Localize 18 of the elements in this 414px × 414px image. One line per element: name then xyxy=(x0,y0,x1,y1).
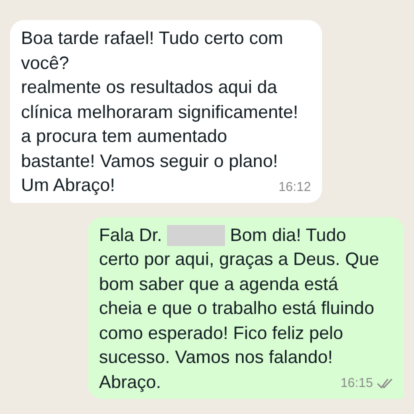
message-text: realmente os resultados aqui da xyxy=(21,76,278,99)
message-text: Fala Dr. xyxy=(99,224,162,246)
message-text: clínica melhoraram significamente! xyxy=(21,100,298,124)
message-time: 16:12 xyxy=(278,178,311,194)
message-text: cheia e que o trabalho está fluindo xyxy=(99,297,374,320)
redaction-block xyxy=(167,224,226,246)
message-text: bastante! Vamos seguir o plano! xyxy=(21,150,278,173)
message-text: como esperado! Fico feliz pelo xyxy=(99,322,344,345)
message-text: você? xyxy=(21,52,70,74)
message-text: sucesso. Vamos nos falando! xyxy=(99,346,333,369)
message-text: a procura tem aumentado xyxy=(21,125,228,148)
message-text: bom saber que a agenda está xyxy=(99,272,338,296)
message-time: 16:15 xyxy=(340,375,373,391)
message-text: certo por aqui, graças a Deus. Que xyxy=(99,248,380,271)
message-text: Abraço. xyxy=(99,370,162,394)
message-text: Um Abraço! xyxy=(21,174,116,197)
message-text: Boa tarde rafael! Tudo certo com xyxy=(21,27,284,50)
message-text: Bom dia! Tudo xyxy=(230,224,346,246)
